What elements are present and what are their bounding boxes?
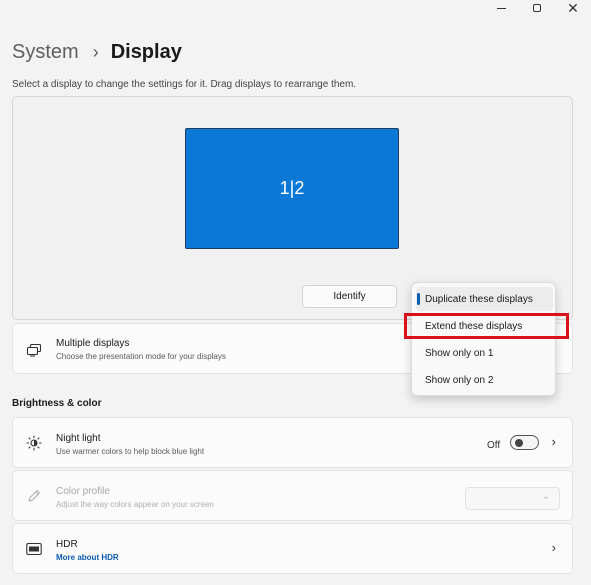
close-icon: ✕ [567, 0, 579, 16]
color-profile-card: Color profile Adjust the way colors appe… [12, 470, 573, 521]
menu-item-duplicate[interactable]: Duplicate these displays [416, 287, 553, 311]
hdr-card[interactable]: HDR More about HDR › [12, 523, 573, 574]
caption-buttons: ✕ [483, 0, 591, 18]
arrangement-instructions: Select a display to change the settings … [12, 79, 357, 90]
hdr-title: HDR [56, 539, 78, 550]
brightness-color-heading: Brightness & color [12, 398, 102, 409]
highlight-annotation [404, 313, 569, 339]
multiple-displays-icon [26, 342, 42, 358]
toggle-knob [515, 439, 523, 447]
page-title: Display [110, 40, 182, 63]
color-profile-dropdown: ⌄ [465, 487, 560, 510]
breadcrumb-system[interactable]: System [12, 41, 79, 64]
minimize-icon [496, 7, 506, 9]
color-profile-subtitle: Adjust the way colors appear on your scr… [56, 500, 214, 509]
maximize-button[interactable] [519, 0, 555, 16]
multiple-displays-subtitle: Choose the presentation mode for your di… [56, 352, 226, 361]
night-light-card[interactable]: Night light Use warmer colors to help bl… [12, 417, 573, 468]
menu-item-label: Show only on 1 [425, 347, 494, 359]
more-about-hdr-link[interactable]: More about HDR [56, 553, 119, 562]
breadcrumb: System › Display [12, 38, 182, 66]
menu-item-label: Show only on 2 [425, 374, 494, 386]
multiple-displays-title: Multiple displays [56, 338, 130, 349]
chevron-down-icon: ⌄ [541, 491, 550, 502]
pen-icon [26, 488, 42, 504]
hdr-icon [26, 541, 42, 557]
night-light-title: Night light [56, 433, 101, 444]
sun-icon [26, 435, 42, 451]
menu-item-show-only-2[interactable]: Show only on 2 [416, 368, 553, 392]
identify-button[interactable]: Identify [302, 285, 397, 308]
presentation-mode-menu: Duplicate these displays Extend these di… [411, 282, 556, 396]
settings-window: ✕ System › Display Select a display to c… [0, 0, 591, 585]
night-light-subtitle: Use warmer colors to help block blue lig… [56, 447, 205, 456]
color-profile-title: Color profile [56, 486, 110, 497]
chevron-right-icon[interactable]: › [552, 434, 556, 449]
night-light-toggle[interactable] [510, 435, 539, 450]
menu-item-show-only-1[interactable]: Show only on 1 [416, 341, 553, 365]
night-light-toggle-state: Off [487, 440, 501, 451]
display-monitor-tile[interactable]: 1|2 [185, 128, 399, 249]
minimize-button[interactable] [483, 0, 519, 16]
breadcrumb-separator-icon: › [92, 41, 99, 62]
selected-indicator [417, 293, 420, 305]
close-button[interactable]: ✕ [555, 0, 591, 16]
menu-item-label: Duplicate these displays [425, 293, 533, 305]
maximize-icon [533, 4, 541, 12]
chevron-right-icon[interactable]: › [552, 540, 556, 555]
monitor-label: 1|2 [279, 178, 305, 198]
